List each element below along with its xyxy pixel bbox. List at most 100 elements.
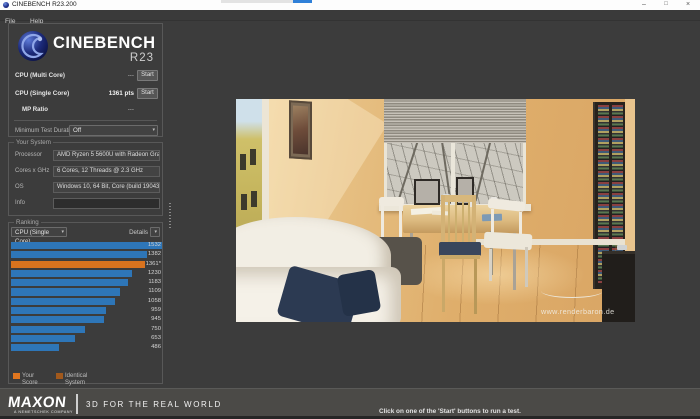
single-core-start-button[interactable]: Start — [137, 88, 158, 99]
ranking-filter-select[interactable]: CPU (Single Core) ▾ — [11, 227, 67, 245]
ranking-bar-your-score: 3. 6C/12T @ 2.3 GHz, AMD Ryzen 5 5600U w… — [11, 260, 146, 268]
info-field[interactable] — [53, 198, 160, 209]
status-bar: MAXON A NEMETSCHEK COMPANY 3D FOR THE RE… — [0, 388, 700, 419]
ranking-row-7: 7. 24C/48T @ 2.7 GHz, Intel Xeon W-3265M… — [11, 297, 162, 305]
ranking-score: 945 — [151, 316, 161, 323]
single-core-score: 1361 pts — [108, 90, 134, 97]
window-mullion — [451, 136, 455, 204]
ranking-score: 486 — [151, 344, 161, 351]
center-chair-slat — [462, 202, 464, 244]
right-chair-leg — [525, 247, 528, 287]
ranking-row-8: 8. 8C/16T @ 3.4 GHz, AMD Ryzen 7 1700X E… — [11, 306, 162, 315]
chevron-down-icon: ▾ — [152, 127, 155, 133]
ranking-row-10: 10. 4C/8T @ 2.3 GHz, Intel Core i7-4850H… — [11, 325, 162, 333]
window-title: CINEBENCH R23.200 — [12, 1, 77, 8]
test-panel: CINEBENCH R23 CPU (Multi Core) --- Start… — [8, 23, 163, 137]
ranking-row-5: 5. 8C/16T @ 2.3 GHz, Intel Core i9-9880H… — [11, 279, 162, 287]
menu-bar: File Help — [0, 10, 700, 25]
ranking-score: 653 — [151, 334, 161, 341]
close-button[interactable]: × — [680, 0, 696, 10]
panel-divider — [14, 120, 157, 121]
multi-core-row: CPU (Multi Core) --- Start — [15, 70, 158, 82]
maximize-button[interactable]: □ — [658, 0, 674, 10]
processor-label: Processor — [15, 152, 43, 158]
status-divider — [76, 394, 78, 414]
ranking-score: 1109 — [148, 288, 161, 295]
center-chair-leg — [474, 259, 477, 314]
ranking-bar: 12. 12C/24T @ 2.66 GHz, Intel Xeon CPU X… — [11, 344, 59, 352]
multi-core-label: CPU (Multi Core) — [15, 72, 66, 79]
multi-core-value: --- — [127, 72, 134, 79]
blinds-cord — [520, 143, 521, 157]
your-score-swatch — [13, 372, 20, 379]
info-row: Info — [13, 198, 160, 209]
cinebench-wordmark: CINEBENCH — [53, 34, 156, 52]
wall-picture-frame — [289, 100, 312, 160]
ranking-score: 1532 — [147, 242, 161, 248]
building-window — [250, 149, 256, 165]
right-chair-leg — [489, 249, 492, 281]
ranking-score: 1382 — [147, 251, 161, 258]
ranking-bar: 8. 8C/16T @ 3.4 GHz, AMD Ryzen 7 1700X E… — [11, 306, 106, 315]
ranking-bar: 9. 16C/32T @ 3.4 GHz, AMD Ryzen Threadri… — [11, 316, 105, 324]
info-label: Info — [15, 200, 26, 206]
multi-core-start-button[interactable]: Start — [137, 70, 158, 81]
single-core-label: CPU (Single Core) — [15, 90, 70, 97]
ranking-row-12: 12. 12C/24T @ 2.66 GHz, Intel Xeon CPU X… — [11, 344, 162, 352]
render-watermark: www.renderbaron.de — [541, 307, 615, 316]
ranking-row-3: 3. 6C/12T @ 2.3 GHz, AMD Ryzen 5 5600U w… — [11, 260, 162, 268]
ranking-title: Ranking — [14, 219, 41, 227]
cores-row: Cores x GHz 6 Cores, 12 Threads @ 2.3 GH… — [13, 166, 160, 177]
ranking-row-9: 9. 16C/32T @ 3.4 GHz, AMD Ryzen Threadri… — [11, 316, 162, 324]
ranking-score: 959 — [151, 306, 161, 313]
center-chair-top-rail — [441, 195, 476, 202]
min-test-duration-value: Off — [73, 127, 82, 134]
ranking-row-1: 1. 4C/8T @ 2.81 GHz, 11th Gen Intel Core… — [11, 242, 162, 250]
mp-ratio-label: MP Ratio — [22, 106, 48, 113]
ranking-list: 1. 4C/8T @ 2.81 GHz, 11th Gen Intel Core… — [11, 242, 162, 353]
ranking-bar: 5. 8C/16T @ 2.3 GHz, Intel Core i9-9880H… — [11, 279, 128, 287]
your-system-title: Your System — [14, 139, 53, 147]
titlebar-blue-artifact — [293, 0, 312, 3]
app-icon — [3, 2, 9, 8]
chevron-down-icon: ▾ — [154, 229, 157, 235]
minimize-button[interactable]: – — [636, 0, 652, 10]
cinebench-version: R23 — [129, 52, 154, 64]
details-button[interactable]: ▾ — [150, 227, 160, 237]
your-system-panel: Your System Processor AMD Ryzen 5 5600U … — [8, 139, 163, 216]
ranking-score: 1361* — [145, 260, 161, 267]
os-label: OS — [15, 184, 24, 190]
center-chair-slat — [468, 202, 470, 244]
paper-on-table — [431, 210, 449, 216]
ranking-row-4: 4. 4C/8T @ 4.2 GHz, Intel Core i7-7700K … — [11, 269, 162, 278]
building-window — [240, 154, 246, 170]
your-score-label: Your Score — [22, 372, 38, 386]
details-label: Details — [129, 229, 148, 236]
cinebench-logo-icon — [18, 31, 48, 61]
maxon-logo: MAXON — [7, 394, 68, 411]
cores-label: Cores x GHz — [15, 168, 50, 174]
mp-ratio-value: --- — [127, 106, 134, 113]
panel-splitter-handle[interactable] — [169, 203, 171, 229]
single-core-row: CPU (Single Core) 1361 pts Start — [15, 88, 158, 100]
os-field: Windows 10, 64 Bit, Core (build 19043) — [53, 182, 160, 193]
title-bar: CINEBENCH R23.200 – □ × — [0, 0, 700, 10]
sill-photo-frame — [414, 179, 440, 205]
cinebench-window: CINEBENCH R23.200 – □ × File Help CINEBE… — [0, 0, 700, 419]
ranking-bar: 11. 12C/24T @ 2.7 GHz, Intel Xeon CPU E5… — [11, 334, 76, 342]
titlebar-tab-artifact — [221, 0, 293, 3]
venetian-blinds — [384, 99, 526, 143]
processor-field: AMD Ryzen 5 5600U with Radeon Graphics — [53, 150, 160, 161]
speaker-top-device — [617, 245, 627, 250]
building-window — [251, 191, 257, 207]
ranking-score: 750 — [151, 325, 161, 332]
start-hint-text: Click on one of the 'Start' buttons to r… — [379, 408, 521, 415]
ranking-row-11: 11. 12C/24T @ 2.7 GHz, Intel Xeon CPU E5… — [11, 334, 162, 342]
center-chair-leg — [442, 259, 445, 312]
identical-system-label: Identical System — [65, 372, 88, 386]
ranking-bar: 7. 24C/48T @ 2.7 GHz, Intel Xeon W-3265M… — [11, 297, 116, 305]
min-test-duration-select[interactable]: Off ▾ — [69, 125, 158, 136]
ranking-row-6: 6. 32C/64T @ 3 GHz, AMD Ryzen Threadripp… — [11, 288, 162, 296]
maxon-tagline: 3D FOR THE REAL WORLD — [86, 400, 222, 409]
ranking-row-2: 2. 4C/8T @ 1.69 GHz, 11th Gen Intel Core… — [11, 251, 162, 259]
